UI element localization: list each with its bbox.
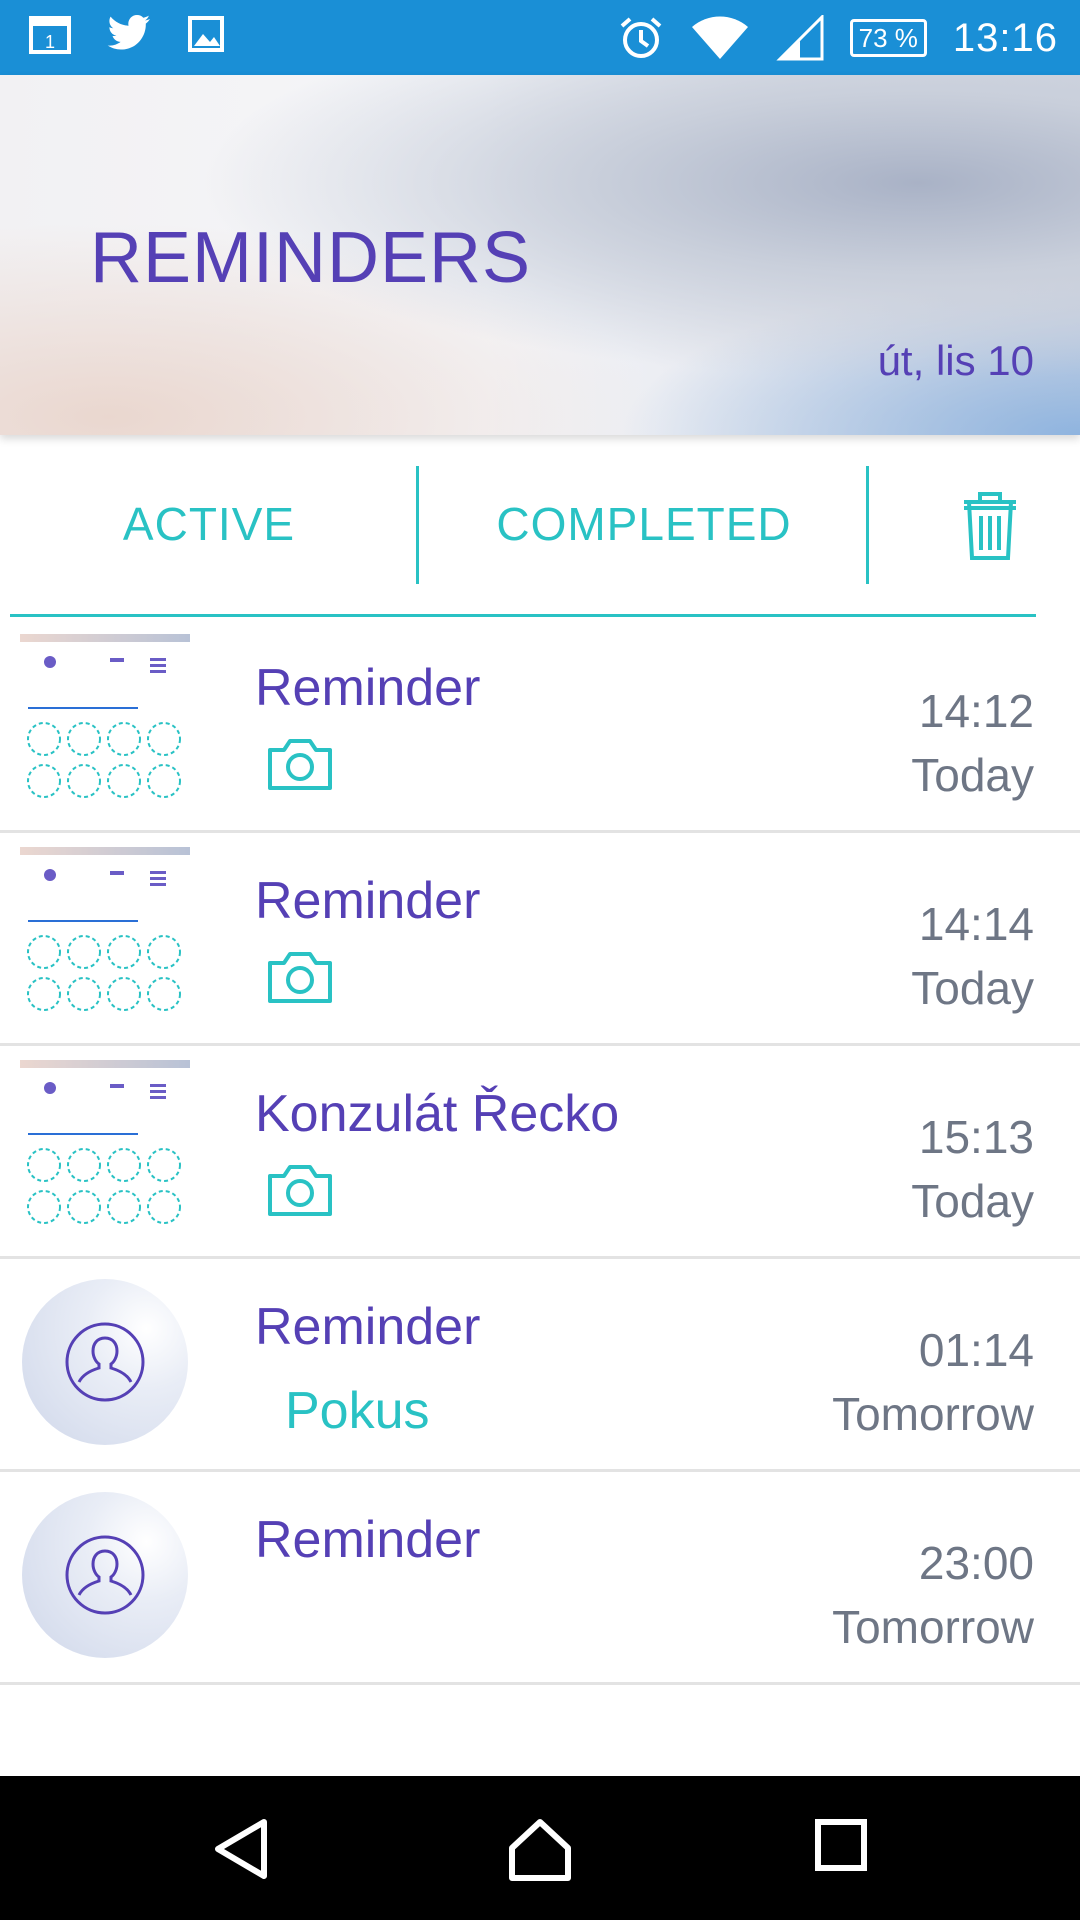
reminder-time: 14:12 bbox=[918, 685, 1034, 737]
delete-button[interactable] bbox=[960, 488, 1020, 567]
calendar-icon: 1 bbox=[28, 12, 72, 56]
tab-completed[interactable]: COMPLETED bbox=[420, 466, 868, 582]
status-clock: 13:16 bbox=[952, 15, 1058, 60]
reminder-thumbnail bbox=[20, 634, 190, 812]
battery-indicator: 73 % bbox=[849, 19, 927, 57]
reminder-day: Today bbox=[911, 962, 1034, 1014]
reminder-thumbnail bbox=[20, 1060, 190, 1238]
reminder-day: Today bbox=[911, 1175, 1034, 1227]
alarm-icon bbox=[618, 15, 664, 61]
trash-icon bbox=[964, 492, 1016, 560]
reminder-time: 14:14 bbox=[918, 898, 1034, 950]
reminder-time: 15:13 bbox=[918, 1111, 1034, 1163]
navigation-bar bbox=[0, 1776, 1080, 1920]
reminder-row[interactable]: Reminder Pokus 01:14 Tomorrow bbox=[0, 1259, 1080, 1472]
tab-divider bbox=[866, 466, 869, 584]
reminder-time: 23:00 bbox=[918, 1537, 1034, 1589]
header-date: út, lis 10 bbox=[877, 337, 1034, 384]
reminder-title: Reminder bbox=[255, 659, 481, 717]
reminder-title: Reminder bbox=[255, 872, 481, 930]
header-banner: REMINDERS út, lis 10 bbox=[0, 75, 1080, 435]
tab-indicator bbox=[10, 614, 1036, 617]
reminder-title: Reminder bbox=[255, 1511, 481, 1569]
reminder-time: 01:14 bbox=[918, 1324, 1034, 1376]
reminder-thumbnail bbox=[20, 847, 190, 1025]
reminder-row[interactable]: Reminder 14:14 Today bbox=[0, 833, 1080, 1046]
recents-button[interactable] bbox=[814, 1818, 868, 1877]
reminder-title: Konzulát Řecko bbox=[255, 1085, 620, 1143]
reminder-note: Pokus bbox=[285, 1382, 430, 1440]
camera-icon bbox=[266, 1162, 334, 1223]
avatar bbox=[22, 1492, 188, 1658]
home-button[interactable] bbox=[508, 1818, 572, 1887]
back-button[interactable] bbox=[212, 1818, 272, 1885]
twitter-icon bbox=[106, 14, 152, 54]
status-bar: 1 73 % 13:16 bbox=[0, 0, 1080, 75]
tab-active[interactable]: ACTIVE bbox=[0, 466, 418, 582]
wifi-icon bbox=[690, 15, 750, 61]
svg-text:1: 1 bbox=[45, 32, 55, 52]
camera-icon bbox=[266, 736, 334, 797]
reminder-day: Tomorrow bbox=[832, 1601, 1034, 1653]
back-icon bbox=[215, 1819, 267, 1879]
page-title: REMINDERS bbox=[90, 218, 532, 298]
reminder-row[interactable]: Reminder 14:12 Today bbox=[0, 620, 1080, 833]
reminder-row[interactable]: Konzulát Řecko 15:13 Today bbox=[0, 1046, 1080, 1259]
reminder-day: Tomorrow bbox=[832, 1388, 1034, 1440]
reminder-row[interactable]: Reminder 23:00 Tomorrow bbox=[0, 1472, 1080, 1685]
reminder-day: Today bbox=[911, 749, 1034, 801]
signal-icon bbox=[776, 15, 824, 61]
camera-icon bbox=[266, 949, 334, 1010]
person-icon bbox=[65, 1322, 145, 1402]
home-icon bbox=[509, 1819, 571, 1881]
gallery-icon bbox=[186, 14, 226, 54]
reminder-title: Reminder bbox=[255, 1298, 481, 1356]
tab-divider bbox=[416, 466, 419, 584]
avatar bbox=[22, 1279, 188, 1445]
recents-icon bbox=[815, 1819, 867, 1871]
person-icon bbox=[65, 1535, 145, 1615]
